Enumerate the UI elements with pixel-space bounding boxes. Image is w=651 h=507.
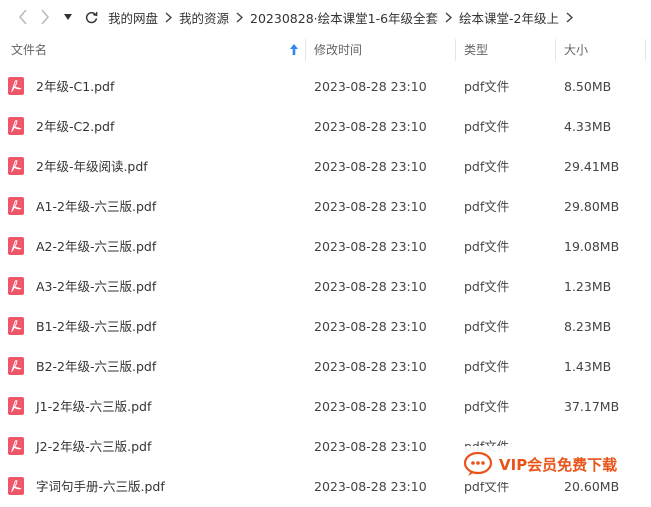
pdf-file-icon <box>8 77 24 95</box>
chat-bubble-icon <box>463 451 493 476</box>
refresh-button[interactable] <box>80 0 102 34</box>
file-size: 8.50MB <box>564 79 612 94</box>
pdf-file-icon <box>8 197 24 215</box>
file-type: pdf文件 <box>464 159 510 174</box>
file-name: A3-2年级-六三版.pdf <box>36 279 157 294</box>
column-header-type[interactable]: 类型 <box>464 35 488 65</box>
file-row[interactable]: A2-2年级-六三版.pdf 2023-08-28 23:10 pdf文件 19… <box>0 227 651 267</box>
file-size: 1.23MB <box>564 279 612 294</box>
file-modified-time: 2023-08-28 23:10 <box>314 79 427 94</box>
file-row[interactable]: A1-2年级-六三版.pdf 2023-08-28 23:10 pdf文件 29… <box>0 187 651 227</box>
file-modified-time: 2023-08-28 23:10 <box>314 119 427 134</box>
breadcrumb-separator-icon <box>236 11 244 23</box>
file-size: 29.41MB <box>564 159 620 174</box>
refresh-icon <box>85 11 97 23</box>
file-modified-time: 2023-08-28 23:10 <box>314 199 427 214</box>
file-modified-time: 2023-08-28 23:10 <box>314 279 427 294</box>
file-name: J1-2年级-六三版.pdf <box>36 399 152 414</box>
history-dropdown-button[interactable] <box>58 0 78 34</box>
file-name: 2年级-年级阅读.pdf <box>36 159 148 174</box>
toolbar: 我的网盘 我的资源 20230828·绘本课堂1-6年级全套 绘本课堂-2年级上 <box>0 0 651 34</box>
pdf-file-icon <box>8 277 24 295</box>
column-divider[interactable] <box>645 39 646 61</box>
column-header-modified[interactable]: 修改时间 <box>314 35 362 65</box>
file-type: pdf文件 <box>464 119 510 134</box>
file-modified-time: 2023-08-28 23:10 <box>314 319 427 334</box>
pdf-file-icon <box>8 477 24 495</box>
file-row[interactable]: J1-2年级-六三版.pdf 2023-08-28 23:10 pdf文件 37… <box>0 387 651 427</box>
file-name: B2-2年级-六三版.pdf <box>36 359 157 374</box>
pdf-file-icon <box>8 317 24 335</box>
file-modified-time: 2023-08-28 23:10 <box>314 359 427 374</box>
vip-watermark-text: VIP会员免费下载 <box>499 455 618 474</box>
breadcrumb-separator-icon <box>165 11 173 23</box>
file-type: pdf文件 <box>464 359 510 374</box>
file-modified-time: 2023-08-28 23:10 <box>314 479 427 494</box>
file-list-header: 文件名 修改时间 类型 大小 <box>0 35 651 65</box>
pdf-file-icon <box>8 117 24 135</box>
file-type: pdf文件 <box>464 239 510 254</box>
vip-download-watermark: VIP会员免费下载 <box>463 446 643 482</box>
column-header-name[interactable]: 文件名 <box>11 35 47 65</box>
file-name: 2年级-C2.pdf <box>36 119 115 134</box>
file-row[interactable]: B1-2年级-六三版.pdf 2023-08-28 23:10 pdf文件 8.… <box>0 307 651 347</box>
breadcrumb-item-course-folder[interactable]: 20230828·绘本课堂1-6年级全套 <box>250 8 438 27</box>
file-modified-time: 2023-08-28 23:10 <box>314 239 427 254</box>
file-type: pdf文件 <box>464 399 510 414</box>
breadcrumb-item-my-drive[interactable]: 我的网盘 <box>108 8 158 27</box>
pdf-file-icon <box>8 437 24 455</box>
column-header-size[interactable]: 大小 <box>564 35 588 65</box>
forward-button[interactable] <box>38 0 52 34</box>
file-name: 字词句手册-六三版.pdf <box>36 479 165 494</box>
file-type: pdf文件 <box>464 199 510 214</box>
file-name: J2-2年级-六三版.pdf <box>36 439 152 454</box>
chevron-left-icon <box>19 9 27 25</box>
file-name: A1-2年级-六三版.pdf <box>36 199 157 214</box>
file-type: pdf文件 <box>464 319 510 334</box>
pdf-file-icon <box>8 357 24 375</box>
file-row[interactable]: 2年级-C1.pdf 2023-08-28 23:10 pdf文件 8.50MB <box>0 67 651 107</box>
file-name: A2-2年级-六三版.pdf <box>36 239 157 254</box>
column-divider[interactable] <box>555 39 556 61</box>
file-modified-time: 2023-08-28 23:10 <box>314 399 427 414</box>
file-list: 2年级-C1.pdf 2023-08-28 23:10 pdf文件 8.50MB… <box>0 67 651 507</box>
pdf-file-icon <box>8 397 24 415</box>
file-row[interactable]: 2年级-C2.pdf 2023-08-28 23:10 pdf文件 4.33MB <box>0 107 651 147</box>
file-name: 2年级-C1.pdf <box>36 79 115 94</box>
breadcrumb-separator-icon <box>566 11 574 23</box>
file-size: 19.08MB <box>564 239 620 254</box>
sort-ascending-icon[interactable] <box>289 43 299 56</box>
breadcrumb-separator-icon <box>445 11 453 23</box>
file-row[interactable]: B2-2年级-六三版.pdf 2023-08-28 23:10 pdf文件 1.… <box>0 347 651 387</box>
file-modified-time: 2023-08-28 23:10 <box>314 439 427 454</box>
file-type: pdf文件 <box>464 79 510 94</box>
pdf-file-icon <box>8 237 24 255</box>
file-size: 4.33MB <box>564 119 612 134</box>
column-divider[interactable] <box>455 39 456 61</box>
breadcrumb: 我的网盘 我的资源 20230828·绘本课堂1-6年级全套 绘本课堂-2年级上 <box>108 8 580 27</box>
file-name: B1-2年级-六三版.pdf <box>36 319 157 334</box>
file-modified-time: 2023-08-28 23:10 <box>314 159 427 174</box>
file-type: pdf文件 <box>464 279 510 294</box>
file-size: 37.17MB <box>564 399 620 414</box>
chevron-right-icon <box>41 9 49 25</box>
back-button[interactable] <box>8 0 38 34</box>
breadcrumb-item-my-resources[interactable]: 我的资源 <box>179 8 229 27</box>
file-row[interactable]: 2年级-年级阅读.pdf 2023-08-28 23:10 pdf文件 29.4… <box>0 147 651 187</box>
file-size: 29.80MB <box>564 199 620 214</box>
pdf-file-icon <box>8 157 24 175</box>
breadcrumb-item-current-folder[interactable]: 绘本课堂-2年级上 <box>459 8 559 27</box>
file-size: 8.23MB <box>564 319 612 334</box>
file-size: 1.43MB <box>564 359 612 374</box>
column-divider[interactable] <box>305 39 306 61</box>
caret-down-icon <box>64 14 72 20</box>
file-row[interactable]: A3-2年级-六三版.pdf 2023-08-28 23:10 pdf文件 1.… <box>0 267 651 307</box>
